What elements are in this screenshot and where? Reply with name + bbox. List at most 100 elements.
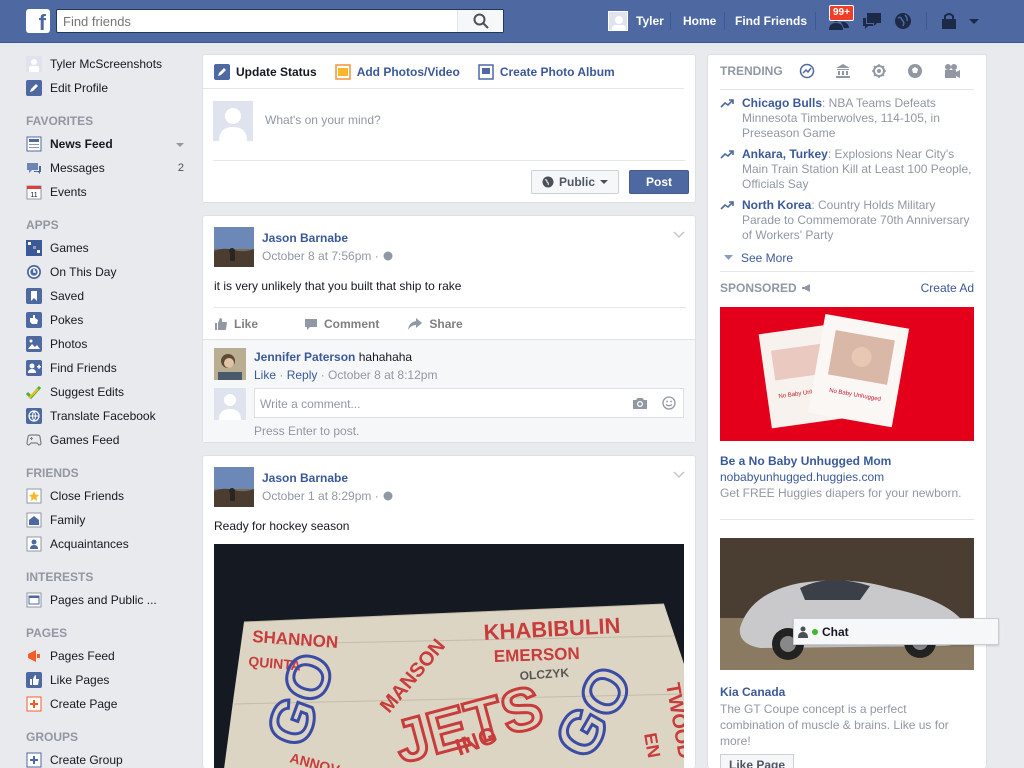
search-input[interactable] [57, 10, 457, 32]
composer-avatar [213, 101, 253, 141]
comment-button[interactable]: Comment [304, 317, 379, 331]
trending-item[interactable]: Ankara, Turkey: Explosions Near City's M… [720, 147, 976, 192]
status-input[interactable]: What's on your mind? [265, 113, 381, 127]
sidebar-item-saved[interactable]: Saved [26, 284, 196, 308]
tab-label: Create Photo Album [499, 64, 615, 79]
photo-word: EN [640, 731, 664, 759]
comment-reply-link[interactable]: Reply [287, 368, 318, 382]
sidebar-item-label: Photos [50, 337, 88, 351]
create-ad-link[interactable]: Create Ad [921, 281, 974, 295]
comment-like-link[interactable]: Like [254, 368, 276, 382]
trending-item[interactable]: North Korea: Country Holds Military Para… [720, 198, 976, 243]
ad-url[interactable]: nobabyunhugged.huggies.com [720, 470, 884, 484]
camera-icon[interactable] [632, 396, 648, 410]
sidebar-item-games-feed[interactable]: Games Feed [26, 428, 196, 452]
messages-button[interactable] [861, 11, 883, 31]
sidebar-item-family[interactable]: Family [26, 508, 196, 532]
notifications-button[interactable] [893, 11, 915, 31]
sidebar-profile[interactable]: Tyler McScreenshots [26, 52, 196, 76]
pages-feed-icon [26, 648, 42, 664]
tab-add-photos[interactable]: Add Photos/Video [334, 63, 460, 80]
chat-tab[interactable]: Chat [793, 618, 999, 645]
commenter-name[interactable]: Jennifer Paterson [254, 350, 355, 364]
entertainment-icon[interactable] [943, 63, 961, 79]
facebook-logo[interactable]: f [26, 9, 50, 33]
post-text: it is very unlikely that you built that … [214, 279, 462, 293]
sidebar-item-create-page[interactable]: Create Page [26, 692, 196, 716]
author-avatar[interactable] [214, 227, 254, 267]
see-more-link[interactable]: See More [724, 251, 793, 265]
sidebar-item-on-this-day[interactable]: On This Day [26, 260, 196, 284]
sidebar-item-pages-feed[interactable]: Pages Feed [26, 644, 196, 668]
science-icon[interactable] [871, 63, 887, 79]
sidebar-item-label: Pokes [50, 313, 84, 327]
comment-input[interactable]: Write a comment... [254, 388, 684, 418]
nav-divider [815, 12, 816, 30]
privacy-shortcuts-button[interactable] [940, 11, 962, 31]
ad-image[interactable]: No Baby Unhugged No Baby Unhugged [720, 307, 974, 441]
post-timestamp[interactable]: October 1 at 8:29pm · [262, 489, 393, 503]
sidebar-item-photos[interactable]: Photos [26, 332, 196, 356]
left-sidebar: Tyler McScreenshots Edit Profile FAVORIT… [26, 52, 196, 768]
sidebar-item-close-friends[interactable]: Close Friends [26, 484, 196, 508]
sidebar-item-suggest-edits[interactable]: Suggest Edits [26, 380, 196, 404]
pages-public-icon [26, 592, 42, 608]
ad-image[interactable] [720, 538, 974, 670]
profile-link[interactable]: Tyler [608, 11, 664, 31]
svg-text:11: 11 [30, 192, 37, 199]
comment-time[interactable]: October 8 at 8:12pm [328, 368, 437, 382]
account-menu-button[interactable] [968, 15, 990, 35]
post-timestamp[interactable]: October 8 at 7:56pm · [262, 249, 393, 263]
sidebar-item-acquaintances[interactable]: Acquaintances [26, 532, 196, 556]
tab-update-status[interactable]: Update Status [214, 63, 317, 80]
chevron-down-icon[interactable] [176, 139, 184, 151]
share-button[interactable]: Share [407, 317, 463, 331]
tab-create-album[interactable]: Create Photo Album [478, 63, 615, 80]
chevron-down-icon [600, 180, 608, 184]
commenter-avatar[interactable] [214, 348, 246, 380]
sidebar-item-news-feed[interactable]: News Feed [26, 132, 196, 156]
sidebar-item-create-group[interactable]: Create Group [26, 748, 196, 768]
sidebar-edit-profile[interactable]: Edit Profile [26, 76, 196, 100]
profile-name: Tyler [636, 14, 664, 28]
privacy-selector[interactable]: Public [531, 170, 619, 194]
sidebar-item-label: Like Pages [50, 673, 110, 687]
sidebar-item-pokes[interactable]: Pokes [26, 308, 196, 332]
emoji-icon[interactable] [662, 396, 676, 410]
sidebar-item-find-friends[interactable]: Find Friends [26, 356, 196, 380]
ad-description: The GT Coupe concept is a perfect combin… [720, 702, 949, 748]
politics-icon[interactable] [835, 63, 851, 79]
post-button[interactable]: Post [629, 170, 689, 194]
sidebar-item-pages-public[interactable]: Pages and Public ... [26, 588, 196, 612]
author-avatar[interactable] [214, 467, 254, 507]
sidebar-item-messages[interactable]: Messages 2 [26, 156, 196, 180]
press-enter-hint: Press Enter to post. [254, 424, 360, 438]
like-page-button[interactable]: Like Page [720, 754, 794, 768]
sidebar-item-events[interactable]: 11 Events [26, 180, 196, 204]
author-name[interactable]: Jason Barnabe [262, 231, 348, 245]
nav-divider [926, 12, 927, 30]
chevron-down-icon [724, 255, 733, 260]
post-photo[interactable]: SHANNON QUINTA KHABIBULIN EMERSON MANSON… [214, 544, 684, 768]
acquaintances-icon [26, 536, 42, 552]
sports-icon[interactable] [907, 63, 923, 79]
ad-title[interactable]: Be a No Baby Unhugged Mom [720, 454, 891, 468]
sidebar-item-translate[interactable]: Translate Facebook [26, 404, 196, 428]
post-options-button[interactable] [673, 228, 685, 242]
trending-icon[interactable] [799, 63, 815, 79]
like-button[interactable]: Like [214, 317, 258, 331]
sidebar-item-games[interactable]: Games [26, 236, 196, 260]
find-friends-link[interactable]: Find Friends [735, 14, 807, 28]
post-options-button[interactable] [673, 468, 685, 482]
feed-post: Jason Barnabe October 8 at 7:56pm · it i… [202, 215, 696, 443]
trending-item[interactable]: Chicago Bulls: NBA Teams Defeats Minneso… [720, 96, 976, 141]
search-button[interactable] [457, 10, 503, 32]
trending-arrow-icon [720, 201, 734, 210]
sidebar-item-like-pages[interactable]: Like Pages [26, 668, 196, 692]
globe-icon [895, 13, 911, 29]
home-link[interactable]: Home [683, 14, 716, 28]
ad-title[interactable]: Kia Canada [720, 685, 785, 699]
sidebar-item-label: Find Friends [50, 361, 117, 375]
composer-body[interactable]: What's on your mind? [213, 89, 685, 161]
author-name[interactable]: Jason Barnabe [262, 471, 348, 485]
